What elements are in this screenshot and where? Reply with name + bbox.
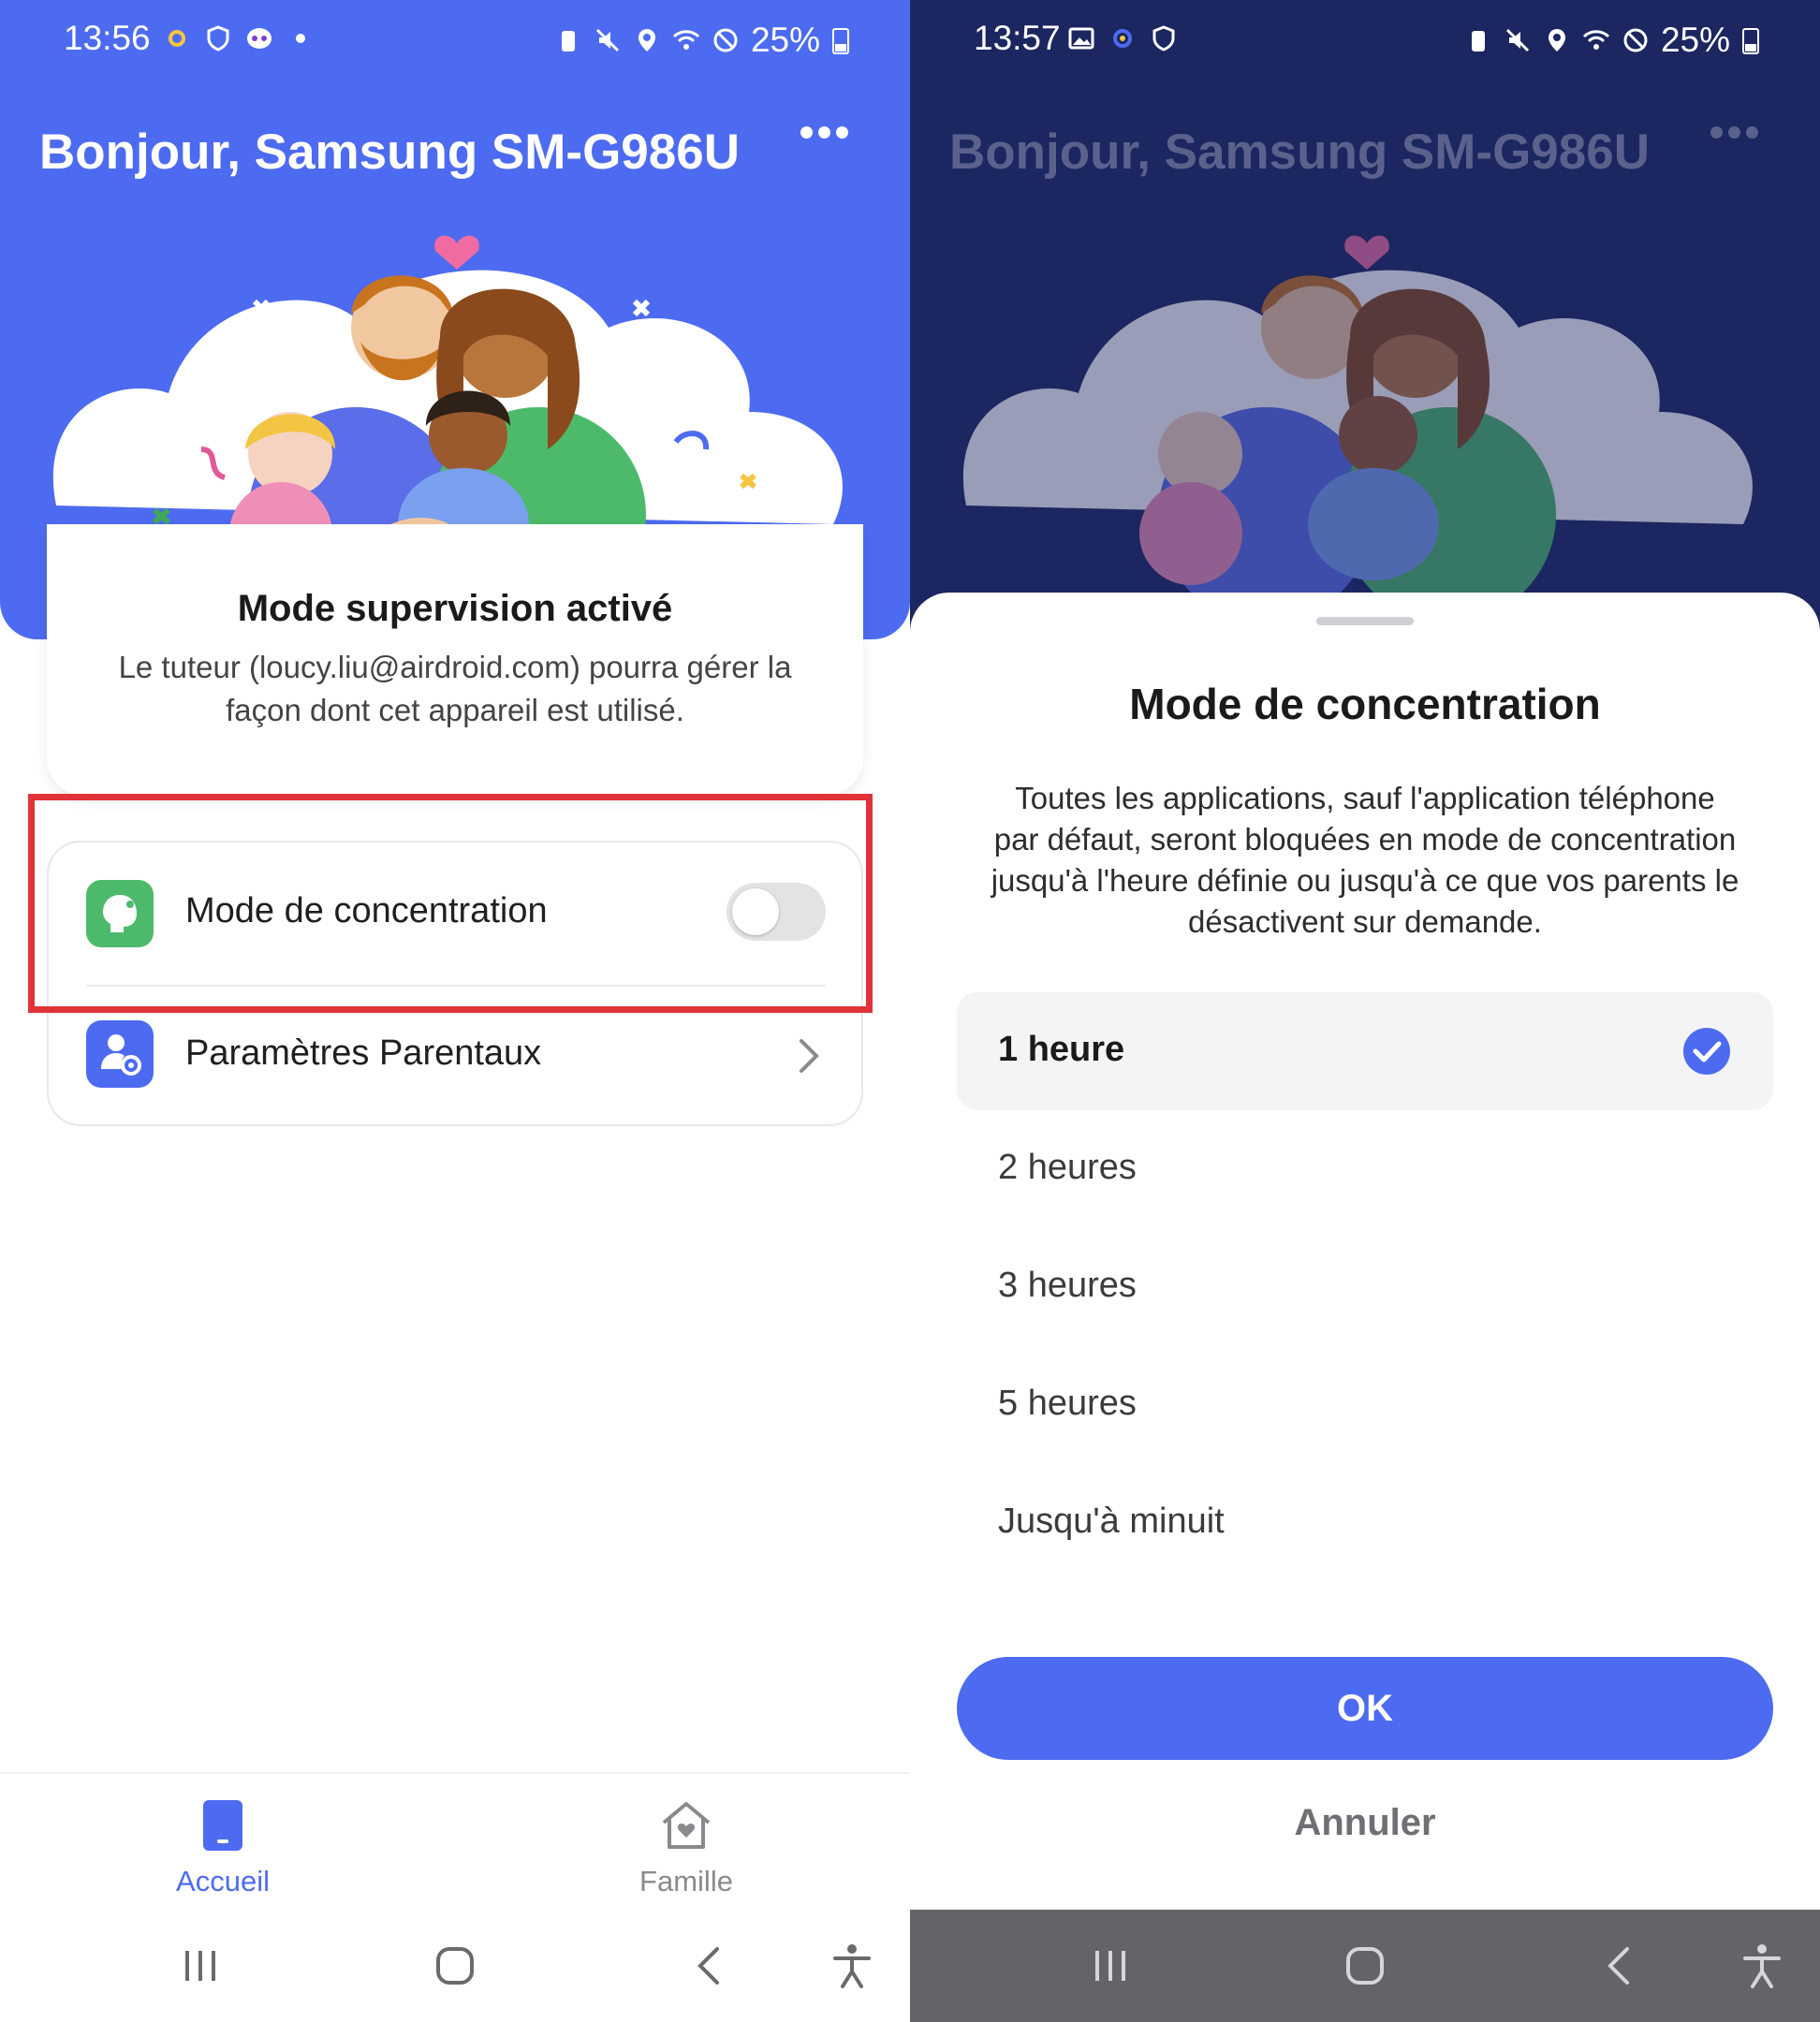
status-time: 13:57 bbox=[974, 19, 1061, 57]
nav-home-label: Accueil bbox=[176, 1865, 270, 1897]
more-options-icon bbox=[1710, 124, 1759, 142]
supervision-description: Le tuteur (loucy.liu@airdroid.com) pourr… bbox=[118, 650, 792, 727]
wifi-icon bbox=[672, 30, 699, 50]
dot-icon bbox=[296, 34, 305, 43]
location-icon bbox=[638, 29, 655, 51]
house-heart-icon bbox=[662, 1802, 711, 1849]
notification-app-icon bbox=[1113, 29, 1132, 48]
duration-option-midnight[interactable]: Jusqu'à minuit bbox=[957, 1464, 1773, 1582]
parent-settings-icon bbox=[86, 1020, 154, 1088]
battery-icon bbox=[1742, 28, 1759, 54]
back-icon[interactable] bbox=[1592, 1938, 1648, 1994]
phone-icon bbox=[203, 1800, 242, 1851]
bottom-navigation: Accueil Famille bbox=[0, 1772, 910, 1912]
chevron-right-icon bbox=[800, 1039, 819, 1073]
accessibility-icon[interactable] bbox=[824, 1938, 880, 1994]
sheet-drag-handle[interactable] bbox=[1316, 617, 1414, 625]
battery-saver-icon bbox=[1471, 31, 1485, 51]
mute-icon bbox=[595, 28, 619, 52]
accessibility-icon[interactable] bbox=[1734, 1938, 1790, 1994]
nav-family-label: Famille bbox=[639, 1865, 733, 1897]
family-illustration bbox=[962, 235, 1753, 618]
battery-icon bbox=[832, 28, 849, 54]
more-options-icon[interactable] bbox=[800, 124, 849, 142]
home-screen: 13:56 25% Bonjour, Samsung SM-G986U Mode… bbox=[0, 0, 910, 2022]
recent-apps-icon[interactable] bbox=[172, 1938, 228, 1994]
recent-apps-icon[interactable] bbox=[1082, 1938, 1138, 1994]
do-not-disturb-icon bbox=[1623, 28, 1648, 52]
wifi-icon bbox=[1582, 30, 1609, 50]
nav-home[interactable]: Accueil bbox=[101, 1798, 345, 1898]
battery-percent: 25% bbox=[1660, 21, 1730, 59]
status-time: 13:56 bbox=[64, 19, 151, 57]
duration-option-label: 5 heures bbox=[998, 1384, 1137, 1423]
do-not-disturb-icon bbox=[713, 28, 738, 52]
messenger-icon bbox=[247, 28, 272, 49]
status-bar: 13:56 25% bbox=[0, 0, 910, 81]
home-button-icon[interactable] bbox=[427, 1938, 483, 1994]
back-icon[interactable] bbox=[682, 1938, 738, 1994]
shield-icon bbox=[207, 25, 229, 51]
sheet-title: Mode de concentration bbox=[1129, 680, 1601, 728]
supervision-card: Mode supervision activé Le tuteur (loucy… bbox=[47, 524, 863, 796]
duration-option-label: 1 heure bbox=[998, 1030, 1125, 1069]
system-nav-bar bbox=[0, 1910, 910, 2022]
focus-mode-sheet-screen: 13:57 25% Bonjour, Samsung SM-G986U Mode… bbox=[910, 0, 1820, 2022]
image-icon bbox=[1068, 27, 1094, 50]
battery-percent: 25% bbox=[750, 21, 820, 59]
system-nav-bar bbox=[910, 1910, 1820, 2022]
battery-saver-icon bbox=[561, 31, 575, 51]
mute-icon bbox=[1505, 28, 1529, 52]
duration-option-label: 3 heures bbox=[998, 1266, 1137, 1305]
ok-button[interactable]: OK bbox=[957, 1657, 1773, 1760]
parental-settings-label: Paramètres Parentaux bbox=[185, 1033, 542, 1073]
highlight-box bbox=[28, 794, 873, 1013]
duration-option-3h[interactable]: 3 heures bbox=[957, 1228, 1773, 1346]
location-icon bbox=[1548, 29, 1565, 51]
duration-option-5h[interactable]: 5 heures bbox=[957, 1346, 1773, 1464]
status-bar: 13:57 25% bbox=[910, 0, 1820, 81]
cancel-button[interactable]: Annuler bbox=[910, 1802, 1820, 1844]
duration-option-label: Jusqu'à minuit bbox=[998, 1502, 1225, 1541]
home-button-icon[interactable] bbox=[1337, 1938, 1393, 1994]
focus-mode-bottom-sheet: Mode de concentration Toutes les applica… bbox=[910, 593, 1820, 1910]
nav-family[interactable]: Famille bbox=[565, 1798, 808, 1898]
supervision-title: Mode supervision activé bbox=[237, 588, 673, 629]
notification-app-icon bbox=[169, 30, 185, 47]
shield-icon bbox=[1152, 25, 1175, 51]
duration-option-2h[interactable]: 2 heures bbox=[957, 1110, 1773, 1228]
sheet-description: Toutes les applications, sauf l'applicat… bbox=[991, 781, 1739, 939]
check-circle-icon bbox=[1683, 1028, 1730, 1075]
duration-option-1h[interactable]: 1 heure bbox=[957, 992, 1773, 1110]
duration-option-label: 2 heures bbox=[998, 1148, 1137, 1187]
greeting-title: Bonjour, Samsung SM-G986U bbox=[949, 125, 1651, 180]
greeting-title: Bonjour, Samsung SM-G986U bbox=[39, 125, 741, 180]
